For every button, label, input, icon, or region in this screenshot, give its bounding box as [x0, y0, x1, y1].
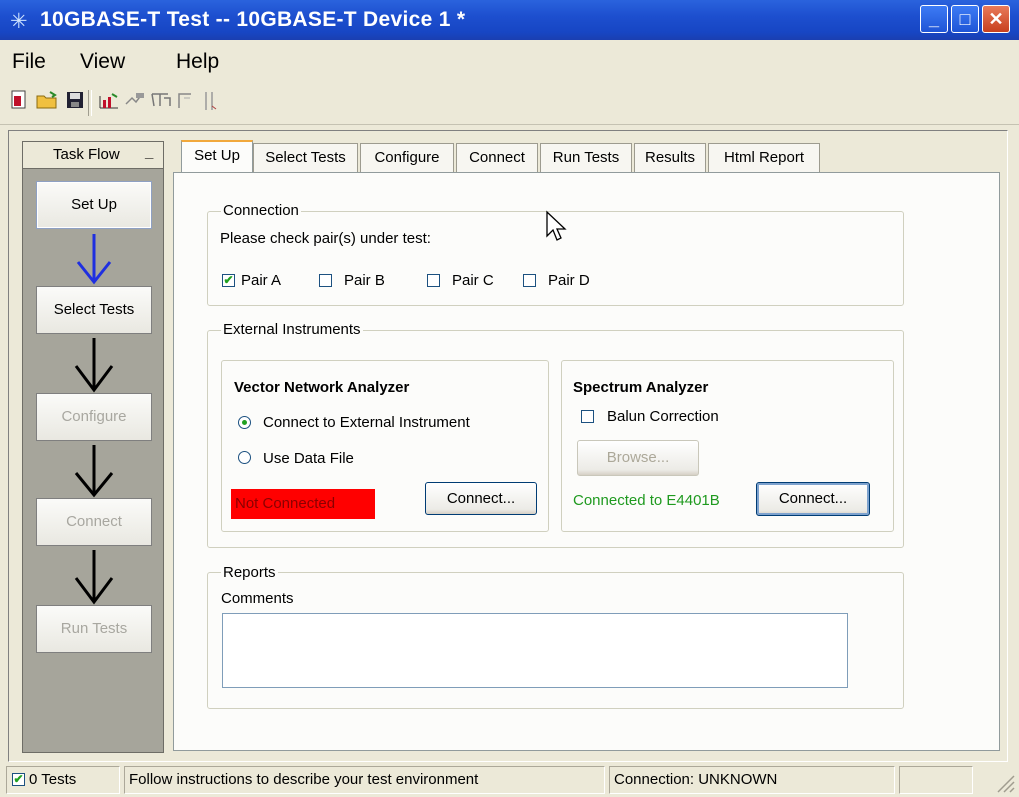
close-button[interactable]: ✕ [982, 5, 1010, 33]
window-title: 10GBASE-T Test -- 10GBASE-T Device 1 * [40, 8, 466, 31]
browse-button[interactable]: Browse... [577, 440, 699, 476]
connection-legend: Connection [221, 202, 301, 219]
minimize-icon: _ [928, 9, 939, 29]
pair-c-checkbox[interactable] [427, 274, 440, 287]
status-message-panel: Follow instructions to describe your tes… [124, 766, 605, 794]
balun-correction-label: Balun Correction [607, 408, 719, 425]
chart-icon[interactable] [98, 90, 120, 112]
resize-grip-icon[interactable] [994, 772, 1016, 794]
tab-html-report[interactable]: Html Report [708, 143, 820, 172]
marker-icon[interactable] [200, 90, 222, 112]
vna-data-file-label: Use Data File [263, 450, 354, 467]
flow-arrow-icon [74, 445, 114, 498]
vna-data-file-radio[interactable] [238, 451, 251, 464]
connect-icon[interactable] [124, 90, 146, 112]
vna-connect-button[interactable]: Connect... [425, 482, 537, 515]
spectrum-title: Spectrum Analyzer [573, 379, 709, 396]
filter-icon[interactable] [150, 90, 172, 112]
step-icon[interactable] [176, 90, 198, 112]
vna-status-badge: Not Connected [231, 489, 375, 519]
balun-correction-checkbox[interactable] [581, 410, 594, 423]
pair-prompt: Please check pair(s) under test: [220, 230, 431, 247]
flow-configure-button[interactable]: Configure [36, 393, 152, 441]
flow-arrow-icon [74, 338, 114, 393]
menu-bar: File View Help [0, 40, 1019, 80]
flow-connect-button[interactable]: Connect [36, 498, 152, 546]
close-icon: ✕ [988, 9, 1004, 29]
app-icon: ✳ [10, 10, 28, 33]
vna-external-radio[interactable] [238, 416, 251, 429]
flow-run-tests-button[interactable]: Run Tests [36, 605, 152, 653]
cursor-icon [546, 210, 567, 241]
open-icon[interactable] [36, 90, 58, 112]
menu-help[interactable]: Help [176, 50, 219, 74]
tab-results[interactable]: Results [634, 143, 706, 172]
vna-title: Vector Network Analyzer [234, 379, 410, 396]
task-flow-header: Task Flow _ [22, 141, 164, 169]
status-extra-panel [899, 766, 973, 794]
flow-setup-button[interactable]: Set Up [36, 181, 152, 229]
menu-file[interactable]: File [12, 50, 46, 74]
vna-external-label: Connect to External Instrument [263, 414, 470, 431]
tab-connect[interactable]: Connect [456, 143, 538, 172]
tests-checkbox[interactable]: ✔ [12, 773, 25, 786]
task-flow-minimize-button[interactable]: _ [145, 144, 161, 162]
comments-textarea[interactable] [222, 613, 848, 688]
flow-arrow-icon [76, 234, 112, 285]
minimize-button[interactable]: _ [920, 5, 948, 33]
task-flow-title: Task Flow [53, 146, 120, 163]
tab-set-up[interactable]: Set Up [181, 140, 253, 173]
pair-b-checkbox[interactable] [319, 274, 332, 287]
toolbar-separator [88, 90, 92, 116]
status-connection-panel: Connection: UNKNOWN [609, 766, 895, 794]
new-icon[interactable] [8, 90, 30, 112]
pair-a-label: Pair A [241, 272, 282, 289]
pair-c-label: Pair C [452, 272, 494, 289]
pair-a-checkbox[interactable]: ✔ [222, 274, 235, 287]
tab-configure[interactable]: Configure [360, 143, 454, 172]
spectrum-connect-button[interactable]: Connect... [756, 482, 870, 516]
tab-run-tests[interactable]: Run Tests [540, 143, 632, 172]
comments-label: Comments [221, 590, 294, 607]
menu-view[interactable]: View [80, 50, 125, 74]
title-bar[interactable]: ✳ 10GBASE-T Test -- 10GBASE-T Device 1 *… [0, 0, 1019, 40]
status-tests-label: 0 Tests [29, 771, 77, 788]
pair-d-label: Pair D [548, 272, 590, 289]
flow-select-tests-button[interactable]: Select Tests [36, 286, 152, 334]
external-instruments-legend: External Instruments [221, 321, 363, 338]
spectrum-status-text: Connected to E4401B [573, 492, 720, 509]
maximize-icon: □ [959, 9, 971, 29]
reports-legend: Reports [221, 564, 278, 581]
pair-b-label: Pair B [344, 272, 385, 289]
maximize-button[interactable]: □ [951, 5, 979, 33]
pair-d-checkbox[interactable] [523, 274, 536, 287]
flow-arrow-icon [74, 550, 114, 605]
save-icon[interactable] [64, 90, 86, 112]
tab-select-tests[interactable]: Select Tests [253, 143, 358, 172]
